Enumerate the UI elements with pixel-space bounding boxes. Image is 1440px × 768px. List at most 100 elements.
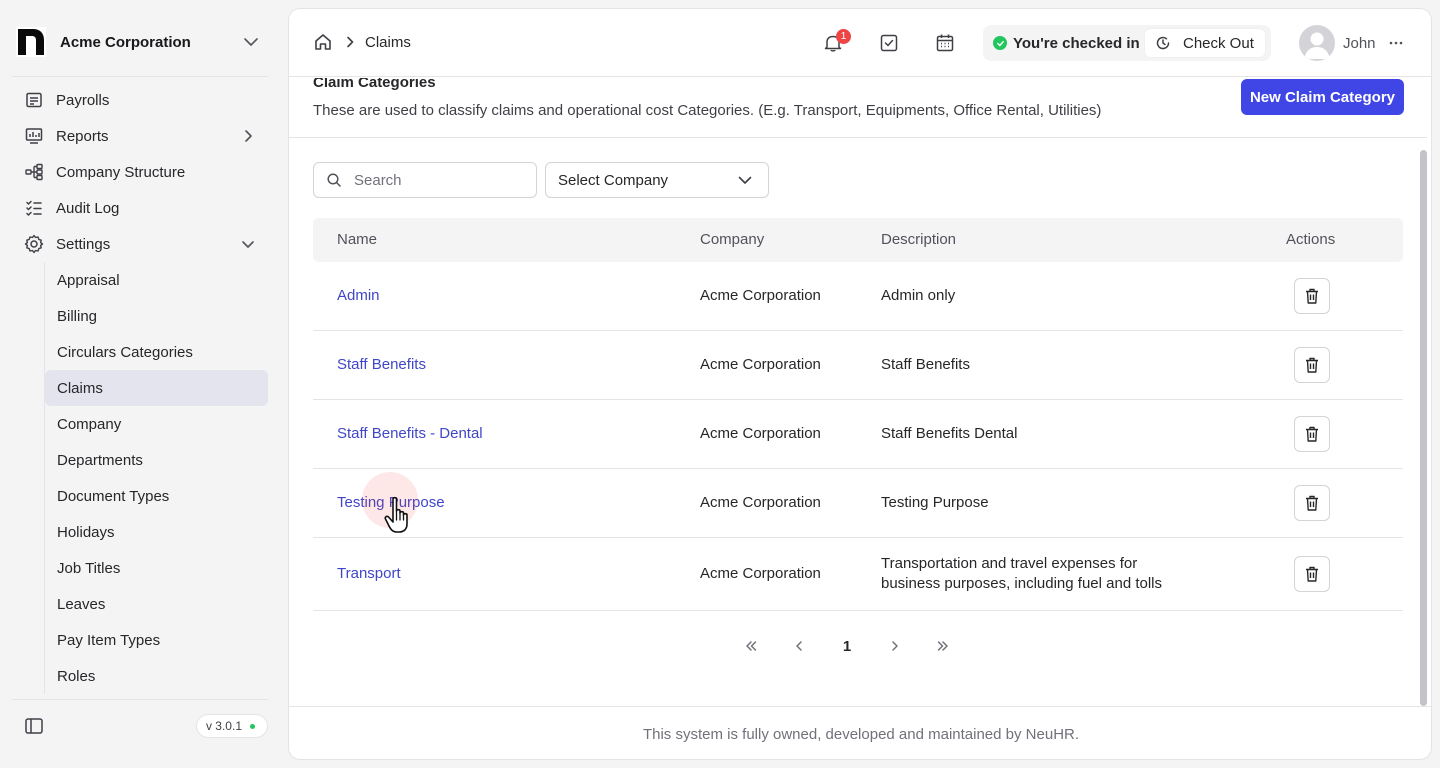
page-description: These are used to classify claims and op… (313, 102, 1102, 119)
trash-icon (1306, 495, 1318, 511)
category-name-link[interactable]: Testing Purpose (337, 494, 445, 511)
first-page-button[interactable] (739, 634, 763, 658)
sidebar-item-departments[interactable]: Departments (45, 442, 268, 478)
chevron-left-icon (796, 641, 802, 651)
chevron-right-icon (892, 641, 898, 651)
category-name-link[interactable]: Admin (337, 287, 380, 304)
category-name-link[interactable]: Staff Benefits - Dental (337, 425, 483, 442)
user-icon (1304, 32, 1330, 59)
column-header-actions: Actions (1286, 231, 1336, 248)
description-cell: Admin only (881, 287, 956, 304)
description-cell: Testing Purpose (881, 494, 989, 511)
sidebar-divider (12, 699, 268, 700)
trash-icon (1306, 288, 1318, 304)
sidebar-item-company-structure[interactable]: Company Structure (12, 154, 268, 190)
chart-icon (24, 126, 44, 146)
check-circle-icon (993, 36, 1007, 50)
version-badge: v 3.0.1 (195, 714, 268, 738)
sidebar-item-billing[interactable]: Billing (45, 298, 268, 334)
user-name: John (1343, 34, 1376, 52)
table-row: Testing Purpose Acme Corporation Testing… (313, 469, 1403, 538)
hierarchy-icon (24, 162, 44, 182)
page-title: Claim Categories (313, 78, 436, 91)
sidebar-item-leaves[interactable]: Leaves (45, 586, 268, 622)
table-row: Staff Benefits - Dental Acme Corporation… (313, 400, 1403, 469)
table-row: Staff Benefits Acme Corporation Staff Be… (313, 331, 1403, 400)
last-page-button[interactable] (931, 634, 955, 658)
calendar-icon[interactable] (934, 32, 956, 54)
trash-icon (1306, 426, 1318, 442)
check-out-button[interactable]: Check Out (1145, 29, 1265, 57)
chevron-right-icon (245, 130, 252, 142)
company-cell: Acme Corporation (700, 494, 821, 511)
category-name-link[interactable]: Transport (337, 565, 401, 582)
task-check-icon[interactable] (878, 32, 900, 54)
search-input[interactable] (354, 171, 514, 189)
column-header-name: Name (337, 231, 378, 248)
list-check-icon (24, 198, 44, 218)
sidebar-item-label: Reports (56, 127, 109, 145)
company-cell: Acme Corporation (700, 287, 821, 304)
table-row: Transport Acme Corporation Transportatio… (313, 538, 1403, 611)
breadcrumb-current: Claims (365, 33, 411, 51)
attendance-widget: You're checked in Check Out (983, 25, 1271, 61)
more-horizontal-icon[interactable] (1388, 35, 1404, 51)
home-icon[interactable] (313, 32, 333, 52)
sidebar-item-payrolls[interactable]: Payrolls (12, 82, 268, 118)
sidebar-footer: v 3.0.1 (12, 708, 268, 744)
check-status: You're checked in (1013, 34, 1140, 52)
search-icon (327, 173, 341, 187)
sidebar-item-label: Payrolls (56, 91, 110, 109)
status-dot (250, 723, 255, 729)
chevrons-right-icon (937, 641, 948, 651)
description-cell: Transportation and travel expenses for b… (881, 555, 1163, 592)
sidebar-item-claims[interactable]: Claims (45, 370, 268, 406)
pagination: 1 (739, 634, 955, 658)
sidebar-item-pay-item-types[interactable]: Pay Item Types (45, 622, 268, 658)
sidebar-item-appraisal[interactable]: Appraisal (45, 262, 268, 298)
column-header-description: Description (881, 231, 957, 248)
next-page-button[interactable] (883, 634, 907, 658)
delete-button[interactable] (1294, 416, 1330, 452)
table-row: Admin Acme Corporation Admin only (313, 262, 1403, 331)
sidebar-item-company[interactable]: Company (45, 406, 268, 442)
user-menu[interactable]: John (1299, 25, 1404, 61)
delete-button[interactable] (1294, 347, 1330, 383)
sidebar-item-circulars-categories[interactable]: Circulars Categories (45, 334, 268, 370)
column-header-company: Company (700, 231, 765, 248)
sidebar-item-job-titles[interactable]: Job Titles (45, 550, 268, 586)
chevron-down-icon (242, 241, 254, 248)
delete-button[interactable] (1294, 278, 1330, 314)
sidebar-item-roles[interactable]: Roles (45, 658, 268, 694)
company-cell: Acme Corporation (700, 356, 821, 373)
delete-button[interactable] (1294, 556, 1330, 592)
new-claim-category-button[interactable]: New Claim Category (1240, 79, 1404, 115)
sidebar-toggle-icon[interactable] (24, 716, 44, 736)
clock-arrow-icon (1156, 36, 1170, 50)
previous-page-button[interactable] (787, 634, 811, 658)
sidebar-item-audit-log[interactable]: Audit Log (12, 190, 268, 226)
company-select-value: Select Company (558, 171, 669, 189)
divider (289, 137, 1427, 138)
sidebar-item-settings[interactable]: Settings (12, 226, 268, 262)
claim-categories-table: Name Company Description Actions Admin A… (313, 218, 1403, 611)
trash-icon (1306, 357, 1318, 373)
chevron-down-icon (244, 38, 258, 46)
company-cell: Acme Corporation (700, 565, 821, 582)
category-name-link[interactable]: Staff Benefits (337, 356, 426, 373)
content-area: Claim Categories These are used to class… (289, 78, 1431, 706)
description-cell: Staff Benefits (881, 356, 970, 373)
sidebar-item-document-types[interactable]: Document Types (45, 478, 268, 514)
org-switcher[interactable]: Acme Corporation (12, 18, 268, 66)
page-number[interactable]: 1 (835, 634, 859, 658)
sidebar-item-holidays[interactable]: Holidays (45, 514, 268, 550)
description-cell: Staff Benefits Dental (881, 425, 1018, 442)
sidebar-item-label: Settings (56, 235, 111, 253)
chevrons-left-icon (746, 641, 757, 651)
sidebar-item-reports[interactable]: Reports (12, 118, 268, 154)
avatar (1299, 25, 1335, 61)
version-text: v 3.0.1 (205, 719, 242, 733)
scrollbar[interactable] (1420, 150, 1427, 706)
company-select[interactable]: Select Company (545, 162, 769, 198)
delete-button[interactable] (1294, 485, 1330, 521)
